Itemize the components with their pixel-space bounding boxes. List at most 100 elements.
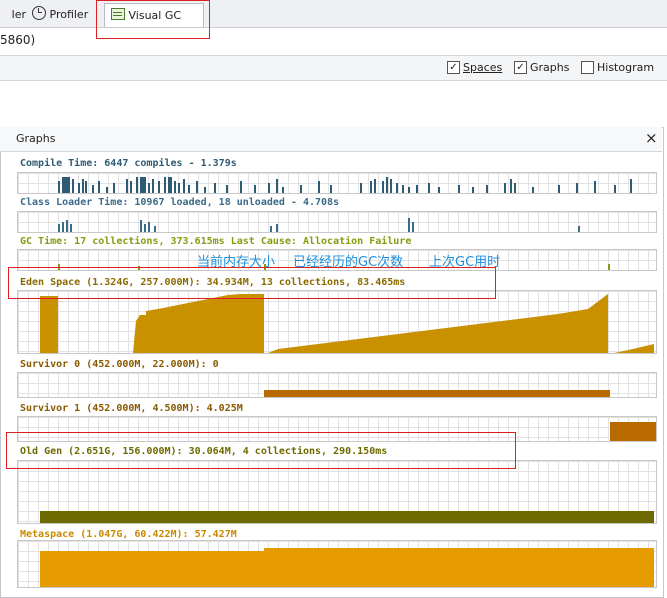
activity-spike (374, 179, 376, 193)
activity-spike (532, 187, 534, 193)
class-loader-label: Class Loader Time: 10967 loaded, 18 unlo… (20, 197, 342, 208)
compile-time-bars (58, 177, 632, 193)
highlight-eden-space (8, 267, 496, 299)
highlight-visual-gc-tab (96, 0, 210, 39)
activity-spike (70, 224, 72, 232)
activity-spike (144, 177, 146, 193)
class-loader-graph (17, 211, 657, 233)
activity-spike (608, 264, 610, 270)
class-loader-bars (58, 218, 580, 232)
activity-spike (472, 187, 474, 193)
activity-spike (152, 179, 154, 193)
activity-spike (58, 181, 60, 193)
activity-spike (144, 224, 146, 232)
activity-spike (126, 179, 128, 193)
activity-spike (594, 181, 596, 193)
clock-icon (32, 6, 46, 20)
activity-spike (78, 183, 80, 193)
activity-spike (85, 181, 87, 193)
survivor-0-area (264, 390, 610, 397)
histogram-checkbox[interactable]: Histogram (581, 61, 654, 74)
activity-spike (130, 181, 132, 193)
activity-spike (514, 183, 516, 193)
histogram-checkbox-label: Histogram (597, 61, 655, 74)
activity-spike (188, 185, 190, 193)
metaspace-graph (17, 540, 657, 588)
graphs-checkbox-label: Graphs (530, 61, 570, 74)
activity-spike (82, 179, 84, 193)
activity-spike (408, 218, 410, 232)
tab-profiler[interactable]: Profiler (28, 3, 100, 26)
tab-partial-label: ler (11, 8, 26, 21)
activity-spike (62, 177, 64, 193)
activity-spike (62, 222, 64, 232)
activity-spike (226, 185, 228, 193)
activity-spike (72, 179, 74, 193)
activity-spike (396, 183, 398, 193)
activity-spike (158, 181, 160, 193)
activity-spike (390, 179, 392, 193)
activity-spike (92, 185, 94, 193)
compile-time-graph (17, 172, 657, 194)
tab-profiler-label: Profiler (49, 8, 89, 21)
metaspace-label: Metaspace (1.047G, 60.422M): 57.427M (20, 529, 239, 540)
activity-spike (408, 187, 410, 193)
activity-spike (416, 185, 418, 193)
activity-spike (254, 185, 256, 193)
activity-spike (614, 185, 616, 193)
activity-spike (214, 183, 216, 193)
tab-partial[interactable]: ler (0, 3, 28, 26)
activity-spike (140, 220, 142, 232)
spaces-checkbox-box[interactable]: ✓ (447, 61, 460, 74)
activity-spike (183, 179, 185, 193)
activity-spike (174, 181, 176, 193)
activity-spike (630, 179, 632, 193)
activity-spike (578, 226, 580, 232)
activity-spike (370, 181, 372, 193)
activity-spike (196, 181, 198, 193)
eden-space-graph (17, 290, 657, 354)
activity-spike (268, 183, 270, 193)
activity-spike (558, 185, 560, 193)
activity-spike (106, 187, 108, 193)
graphs-checkbox-box[interactable]: ✓ (514, 61, 527, 74)
activity-spike (318, 181, 320, 193)
activity-spike (458, 185, 460, 193)
activity-spike (66, 220, 68, 232)
activity-spike (504, 183, 506, 193)
graphs-panel-title: Graphs (16, 132, 56, 145)
activity-spike (402, 185, 404, 193)
activity-spike (140, 177, 142, 193)
close-icon[interactable]: × (645, 129, 658, 147)
activity-spike (58, 224, 60, 232)
graphs-checkbox[interactable]: ✓ Graphs (514, 61, 569, 74)
activity-spike (282, 187, 284, 193)
activity-spike (164, 177, 166, 193)
activity-spike (276, 224, 278, 232)
activity-spike (240, 181, 242, 193)
activity-spike (510, 179, 512, 193)
activity-spike (66, 177, 68, 193)
activity-spike (486, 185, 488, 193)
activity-spike (412, 222, 414, 232)
compile-time-label: Compile Time: 6447 compiles - 1.379s (20, 158, 239, 169)
activity-spike (170, 177, 172, 193)
activity-spike (576, 183, 578, 193)
spaces-checkbox[interactable]: ✓ Spaces (447, 61, 502, 74)
activity-spike (360, 183, 362, 193)
eden-space-area (40, 294, 654, 353)
survivor-0-label: Survivor 0 (452.000M, 22.000M): 0 (20, 359, 221, 370)
spaces-checkbox-label: Spaces (463, 61, 503, 74)
activity-spike (276, 179, 278, 193)
activity-spike (148, 183, 150, 193)
activity-spike (300, 185, 302, 193)
process-id: 5860) (0, 33, 36, 47)
old-gen-area (40, 511, 654, 523)
activity-spike (142, 177, 144, 193)
highlight-old-gen (6, 432, 516, 469)
activity-spike (270, 226, 272, 232)
survivor-1-label: Survivor 1 (452.000M, 4.500M): 4.025M (20, 403, 245, 414)
activity-spike (382, 181, 384, 193)
activity-spike (148, 222, 150, 232)
histogram-checkbox-box[interactable] (581, 61, 594, 74)
